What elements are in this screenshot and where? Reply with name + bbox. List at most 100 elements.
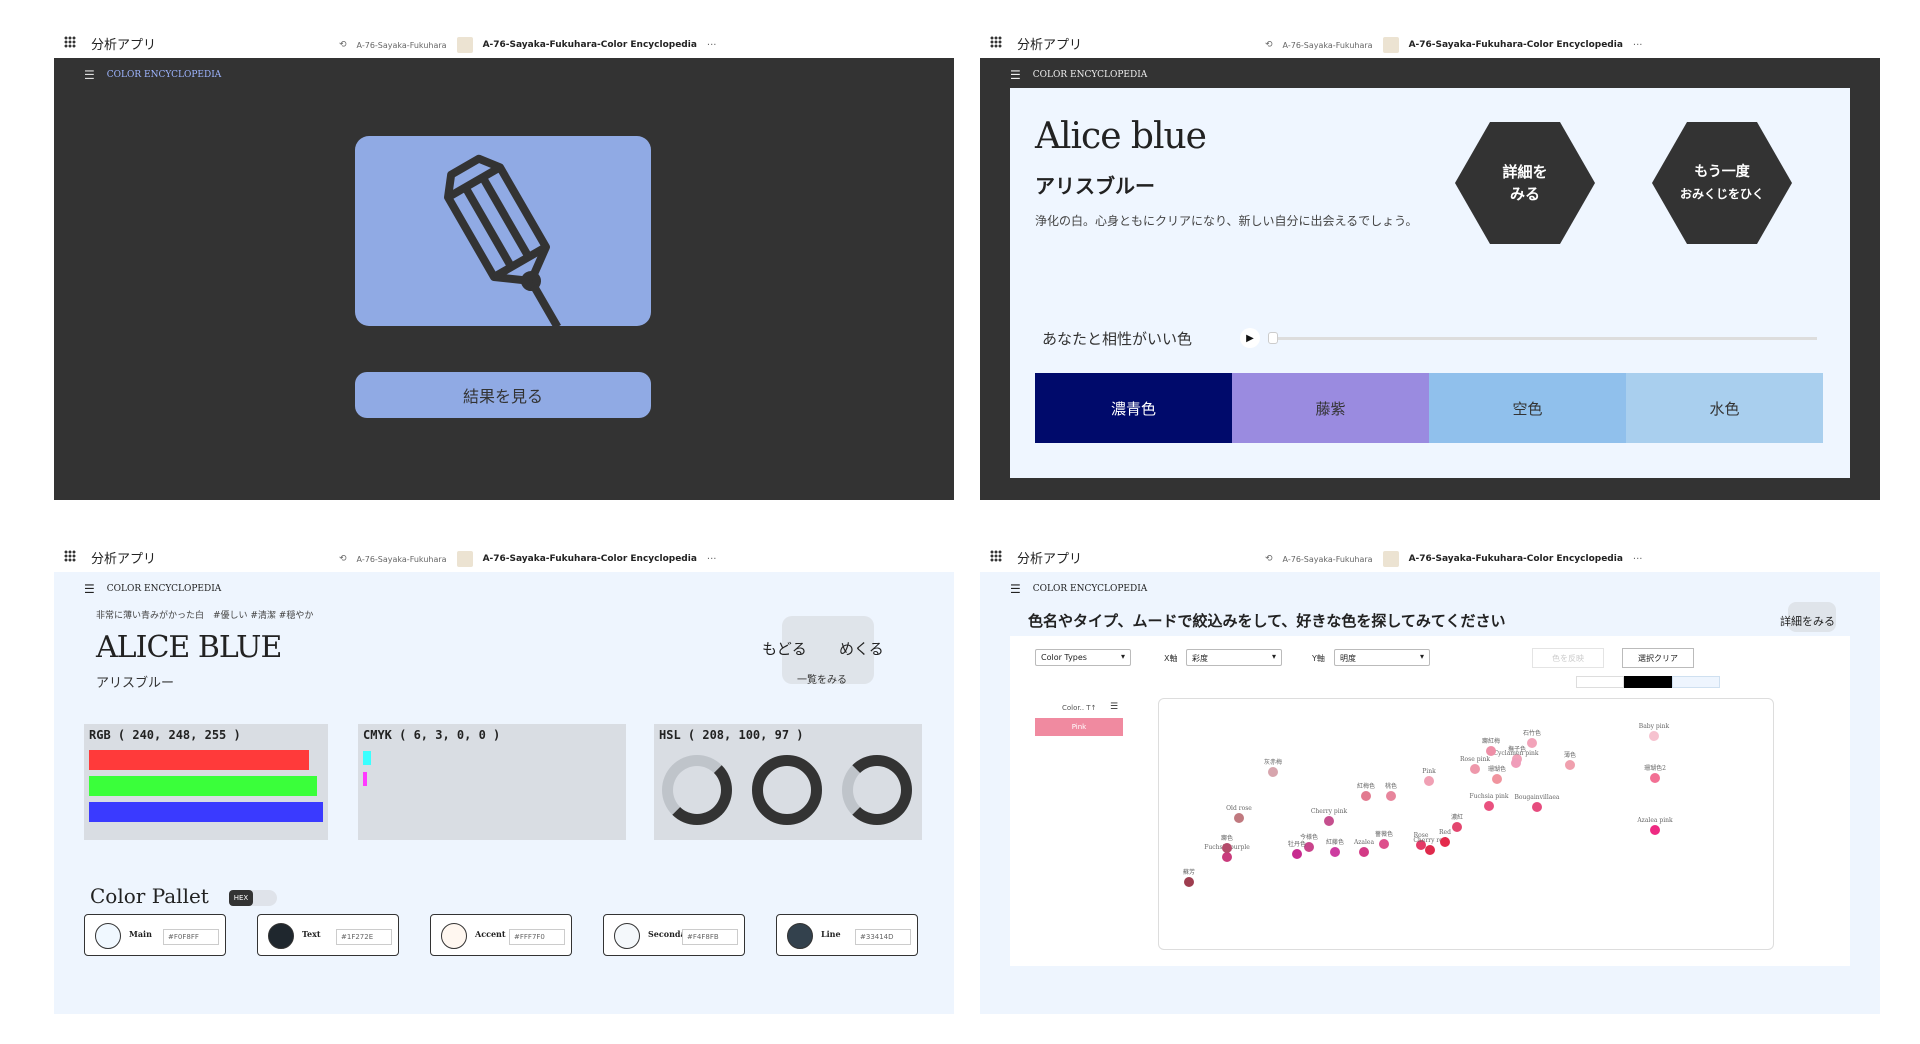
scatter-svg: 蘇芳Old rose灰赤梅Fuchsia purple躑色Cherry pink…	[1183, 723, 1673, 887]
app-frame: ☰ COLOR ENCYCLOPEDIA 非常に薄い青みがかった白 #優しい #…	[54, 572, 954, 1014]
scatter-point[interactable]	[1268, 767, 1278, 777]
scatter-point[interactable]	[1452, 822, 1462, 832]
pallet-item[interactable]: Secondary #F4F8FB	[603, 914, 745, 956]
filter-menu-icon[interactable]: ☰	[1110, 702, 1118, 712]
hsl-hue-ring	[662, 755, 732, 825]
view-toggle-left[interactable]	[1576, 676, 1624, 688]
view-toggle-active[interactable]	[1624, 676, 1672, 688]
owner-name[interactable]: A-76-Sayaka-Fukuhara	[357, 555, 447, 564]
pallet-hex-input[interactable]: #FFF7F0	[509, 929, 565, 945]
pallet-item[interactable]: Text #1F272E	[257, 914, 399, 956]
menu-icon[interactable]: ☰	[84, 582, 95, 596]
scatter-point[interactable]	[1440, 837, 1450, 847]
doc-title[interactable]: A-76-Sayaka-Fukuhara-Color Encyclopedia	[483, 554, 697, 564]
rgb-label: RGB ( 240, 248, 255 )	[89, 728, 241, 742]
scatter-point[interactable]	[1379, 839, 1389, 849]
scatter-point[interactable]	[1486, 746, 1496, 756]
scatter-point[interactable]	[1184, 877, 1194, 887]
scatter-point-label: 蘇芳	[1183, 868, 1195, 876]
doc-thumbnail	[456, 551, 473, 567]
app-grid-icon[interactable]	[64, 36, 76, 48]
hex-toggle[interactable]: HEX	[229, 890, 277, 906]
pallet-hex-input[interactable]: #F0F8FF	[163, 929, 219, 945]
more-icon[interactable]: ···	[707, 554, 717, 565]
filter-header: Color.. T↑	[1062, 704, 1097, 712]
view-result-button[interactable]: 結果を見る	[355, 372, 651, 418]
back-button[interactable]: もどる	[762, 638, 807, 659]
compatible-color-swatch[interactable]: 藤紫	[1232, 373, 1429, 443]
detail-hex-button[interactable]: 詳細を みる	[1455, 122, 1595, 244]
scatter-point[interactable]	[1492, 774, 1502, 784]
scatter-point[interactable]	[1359, 847, 1369, 857]
scatter-point[interactable]	[1424, 776, 1434, 786]
scatter-point[interactable]	[1425, 845, 1435, 855]
play-icon[interactable]: ▶	[1240, 328, 1260, 348]
scatter-point[interactable]	[1511, 758, 1521, 768]
scatter-point-label: 牡丹色	[1288, 840, 1306, 848]
scatter-point[interactable]	[1330, 847, 1340, 857]
scatter-point[interactable]	[1650, 773, 1660, 783]
pallet-hex-input[interactable]: #1F272E	[336, 929, 392, 945]
y-axis-select[interactable]: 明度	[1334, 649, 1430, 666]
color-kana: アリスブルー	[96, 676, 175, 691]
x-axis-select[interactable]: 彩度	[1186, 649, 1282, 666]
slider-handle[interactable]	[1268, 332, 1278, 344]
explore-title: 色名やタイプ、ムードで絞込みをして、好きな色を探してみてください	[1028, 612, 1506, 630]
compatible-color-swatch[interactable]: 水色	[1626, 373, 1823, 443]
more-icon[interactable]: ···	[1633, 554, 1643, 565]
menu-icon[interactable]: ☰	[1010, 582, 1021, 596]
slider-track[interactable]	[1272, 337, 1817, 340]
scatter-point[interactable]	[1324, 816, 1334, 826]
menu-icon[interactable]: ☰	[1010, 68, 1021, 82]
owner-name[interactable]: A-76-Sayaka-Fukuhara	[1283, 555, 1373, 564]
scatter-plot[interactable]: 蘇芳 Old rose 灰赤梅 Fuchsia purple 躑色 Cherry pink…	[1158, 698, 1774, 950]
scatter-point[interactable]	[1484, 801, 1494, 811]
scatter-point[interactable]	[1234, 813, 1244, 823]
scatter-point[interactable]	[1650, 825, 1660, 835]
menu-icon[interactable]: ☰	[84, 68, 95, 82]
scatter-point[interactable]	[1470, 764, 1480, 774]
scatter-point-label: 濃紅	[1451, 813, 1463, 821]
filter-chip-pink[interactable]: Pink	[1035, 718, 1123, 736]
pallet-item[interactable]: Line #33414D	[776, 914, 918, 956]
app-grid-icon[interactable]	[990, 550, 1002, 562]
doc-title[interactable]: A-76-Sayaka-Fukuhara-Color Encyclopedia	[1409, 554, 1623, 564]
scatter-point[interactable]	[1222, 843, 1232, 853]
compatible-color-swatch[interactable]: 空色	[1429, 373, 1626, 443]
view-list-link[interactable]: 一覧をみる	[797, 671, 847, 686]
owner-name[interactable]: A-76-Sayaka-Fukuhara	[1283, 41, 1373, 50]
apply-color-button[interactable]: 色を反映	[1532, 648, 1604, 668]
owner-name[interactable]: A-76-Sayaka-Fukuhara	[357, 41, 447, 50]
scatter-point[interactable]	[1649, 731, 1659, 741]
scatter-point[interactable]	[1565, 760, 1575, 770]
doc-title[interactable]: A-76-Sayaka-Fukuhara-Color Encyclopedia	[1409, 40, 1623, 50]
scatter-point[interactable]	[1527, 738, 1537, 748]
pallet-hex-input[interactable]: #F4F8FB	[682, 929, 738, 945]
view-toggle-right[interactable]	[1672, 676, 1720, 688]
app-header: ☰ COLOR ENCYCLOPEDIA	[1010, 68, 1147, 82]
scatter-point[interactable]	[1386, 791, 1396, 801]
retry-hex-button[interactable]: もう一度 おみくじをひく	[1652, 122, 1792, 244]
pallet-item[interactable]: Main #F0F8FF	[84, 914, 226, 956]
scatter-point-label: 薔薇色	[1375, 830, 1393, 838]
more-icon[interactable]: ···	[1633, 40, 1643, 51]
app-name: 分析アプリ	[1017, 38, 1083, 53]
more-icon[interactable]: ···	[707, 40, 717, 51]
color-types-select[interactable]: Color Types	[1035, 649, 1131, 666]
next-button[interactable]: めくる	[839, 638, 884, 659]
compatible-color-swatch[interactable]: 濃青色	[1035, 373, 1232, 443]
app-grid-icon[interactable]	[64, 550, 76, 562]
clear-selection-button[interactable]: 選択クリア	[1622, 648, 1694, 668]
breadcrumb: ⟲ A-76-Sayaka-Fukuhara A-76-Sayaka-Fukuh…	[1265, 551, 1642, 567]
doc-title[interactable]: A-76-Sayaka-Fukuhara-Color Encyclopedia	[483, 40, 697, 50]
app-grid-icon[interactable]	[990, 36, 1002, 48]
scatter-point[interactable]	[1361, 791, 1371, 801]
detail-link[interactable]: 詳細をみる	[1780, 613, 1835, 629]
scatter-point-label: Red	[1439, 829, 1451, 836]
doc-thumbnail	[1382, 551, 1399, 567]
pallet-item[interactable]: Accent #FFF7F0	[430, 914, 572, 956]
pallet-hex-input[interactable]: #33414D	[855, 929, 911, 945]
scatter-point[interactable]	[1222, 852, 1232, 862]
scatter-point[interactable]	[1292, 849, 1302, 859]
scatter-point[interactable]	[1532, 802, 1542, 812]
